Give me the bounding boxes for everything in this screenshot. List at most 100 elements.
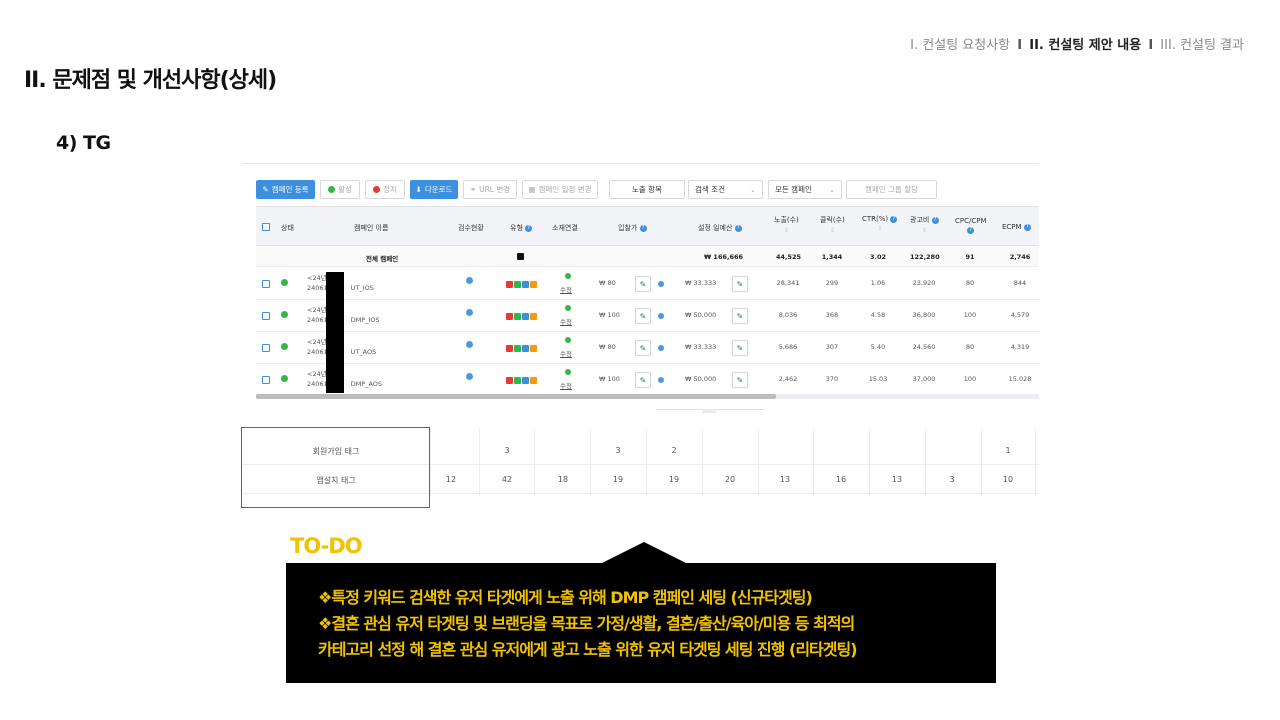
edit-creative-link[interactable]: 수정	[560, 348, 572, 358]
tag-value: 20	[724, 475, 736, 484]
activate-button[interactable]: 활성	[320, 180, 360, 199]
total-clicks: 1,344	[821, 253, 843, 261]
todo-line-2: ❖결혼 관심 유저 타겟팅 및 브랜딩을 목표로 가정/생활, 결혼/출산/육아…	[318, 614, 855, 633]
row-checkbox[interactable]	[262, 312, 270, 320]
tag-value: 3	[504, 446, 510, 455]
header-ctr[interactable]: CTR(%) ? ⇕	[862, 215, 898, 232]
pencil-icon: ✎	[639, 279, 647, 289]
total-ad-cost: 122,280	[910, 253, 940, 261]
table-row[interactable]: <24년 24061 UT_IOS 수정 ₩ 80 ✎ ₩ 33,333 ✎ 28…	[256, 268, 1039, 300]
sort-icon[interactable]: ⇕	[862, 225, 897, 232]
info-icon[interactable]	[658, 377, 664, 383]
header-ad-cost[interactable]: 광고비 ? ⇕	[910, 215, 939, 234]
campaign-name-line1: <24년	[307, 306, 327, 314]
review-approved-icon	[466, 277, 473, 284]
edit-creative-link[interactable]: 수정	[560, 316, 572, 326]
row-checkbox[interactable]	[262, 376, 270, 384]
campaign-name-line2[interactable]: 24061 DMP_AOS	[307, 380, 382, 388]
row-checkbox[interactable]	[262, 344, 270, 352]
group-assign-button[interactable]: 캠페인 그룹 할당	[846, 180, 937, 199]
pagination[interactable]	[656, 409, 764, 413]
url-change-button[interactable]: ⚭ URL 변경	[463, 180, 517, 199]
select-all-checkbox[interactable]	[262, 223, 270, 231]
bid-value: ₩ 100	[599, 311, 620, 319]
breadcrumb-item-2[interactable]: II. 컨설팅 제안 내용	[1029, 38, 1141, 53]
cpc-cpm-value: 100	[963, 375, 977, 383]
tag-value: 19	[612, 475, 624, 484]
ecpm-value: 4,579	[1010, 311, 1030, 319]
info-icon[interactable]	[658, 345, 664, 351]
budget-value: ₩ 50,000	[685, 375, 717, 383]
active-status-icon[interactable]	[281, 279, 288, 286]
active-status-icon[interactable]	[281, 375, 288, 382]
table-header: 상태 캠페인 이름 검수현황 유형 ? 소재연결 입찰가 ? 설정 일예산 ? …	[256, 206, 1039, 246]
register-campaign-button[interactable]: ✎ 캠페인 등록	[256, 180, 315, 199]
cpc-cpm-value: 80	[965, 279, 975, 287]
header-impressions[interactable]: 노출(수) ⇕	[774, 215, 799, 234]
info-icon[interactable]	[658, 313, 664, 319]
redaction-box	[326, 272, 344, 393]
todo-line-1: ❖특정 키워드 검색한 유저 타겟에게 노출 위해 DMP 캠페인 세팅 (신규…	[318, 588, 813, 607]
campaign-name-line1: <24년	[307, 274, 327, 282]
toolbar: ✎ 캠페인 등록 활성 정지 ⬇ 다운로드 ⚭ URL 변경 ▦ 캠페인 일정 변경 노…	[242, 164, 1039, 204]
header-bid[interactable]: 입찰가 ?	[618, 223, 647, 233]
table-row[interactable]: <24년 24061 DMP_AOS 수정 ₩ 100 ✎ ₩ 50,000 ✎ …	[256, 364, 1039, 396]
header-type[interactable]: 유형 ?	[510, 223, 533, 233]
type-badges	[506, 377, 537, 384]
table-row[interactable]: <24년 24061 UT_AOS 수정 ₩ 80 ✎ ₩ 33,333 ✎ 5,…	[256, 332, 1039, 364]
review-approved-icon	[466, 309, 473, 316]
todo-label: TO-DO	[290, 534, 363, 558]
edit-budget-button[interactable]: ✎	[732, 340, 748, 356]
scrollbar-thumb[interactable]	[256, 394, 776, 399]
pencil-icon: ✎	[639, 343, 647, 353]
header-ecpm[interactable]: ECPM ?	[1002, 223, 1031, 231]
active-status-icon[interactable]	[281, 311, 288, 318]
edit-budget-button[interactable]: ✎	[732, 372, 748, 388]
breadcrumb-item-3[interactable]: III. 컨설팅 결과	[1160, 38, 1244, 53]
edit-bid-button[interactable]: ✎	[635, 308, 651, 324]
creative-linked-icon	[565, 369, 571, 375]
ad-cost-value: 24,560	[912, 343, 936, 351]
pencil-icon: ✎	[736, 279, 744, 289]
header-daily-budget[interactable]: 설정 일예산 ?	[698, 223, 742, 233]
sort-icon[interactable]: ⇕	[910, 227, 939, 234]
clicks-value: 368	[825, 311, 839, 319]
green-dot-icon	[328, 186, 336, 193]
header-cpc-cpm[interactable]: CPC/CPM?	[955, 217, 987, 234]
help-icon: ?	[734, 224, 742, 232]
edit-budget-button[interactable]: ✎	[732, 276, 748, 292]
edit-creative-link[interactable]: 수정	[560, 284, 572, 294]
search-condition-select[interactable]: 검색 조건 ⌄	[688, 180, 763, 199]
header-clicks[interactable]: 클릭(수) ⇕	[820, 215, 845, 234]
total-impressions: 44,525	[776, 253, 802, 261]
sort-icon[interactable]: ⇕	[820, 227, 845, 234]
header-creative[interactable]: 소재연결	[552, 223, 578, 233]
active-status-icon[interactable]	[281, 343, 288, 350]
edit-budget-button[interactable]: ✎	[732, 308, 748, 324]
breadcrumb-item-1[interactable]: I. 컨설팅 요청사항	[910, 38, 1010, 53]
cpc-cpm-value: 100	[963, 311, 977, 319]
info-icon[interactable]	[658, 281, 664, 287]
breadcrumb-separator: I	[1017, 38, 1023, 53]
table-row[interactable]: <24년 24061 DMP_IOS 수정 ₩ 100 ✎ ₩ 50,000 ✎ …	[256, 300, 1039, 332]
schedule-change-button[interactable]: ▦ 캠페인 일정 변경	[522, 180, 598, 199]
stop-button[interactable]: 정지	[365, 180, 405, 199]
clicks-value: 370	[825, 375, 839, 383]
edit-creative-link[interactable]: 수정	[560, 380, 572, 390]
exposure-items-button[interactable]: 노출 항목	[609, 180, 685, 199]
tag-value: 42	[501, 475, 513, 484]
campaign-name-line1: <24년	[307, 338, 327, 346]
budget-value: ₩ 50,000	[685, 311, 717, 319]
header-review[interactable]: 검수현황	[458, 223, 484, 233]
impressions-value: 8,036	[778, 311, 798, 319]
header-status[interactable]: 상태	[281, 223, 294, 233]
header-name[interactable]: 캠페인 이름	[354, 223, 388, 233]
download-button[interactable]: ⬇ 다운로드	[410, 180, 458, 199]
total-cpc-cpm: 91	[965, 253, 975, 261]
campaign-filter-select[interactable]: 모든 캠페인 ⌄	[768, 180, 842, 199]
sort-icon[interactable]: ⇕	[774, 227, 799, 234]
edit-bid-button[interactable]: ✎	[635, 372, 651, 388]
row-checkbox[interactable]	[262, 280, 270, 288]
edit-bid-button[interactable]: ✎	[635, 276, 651, 292]
edit-bid-button[interactable]: ✎	[635, 340, 651, 356]
